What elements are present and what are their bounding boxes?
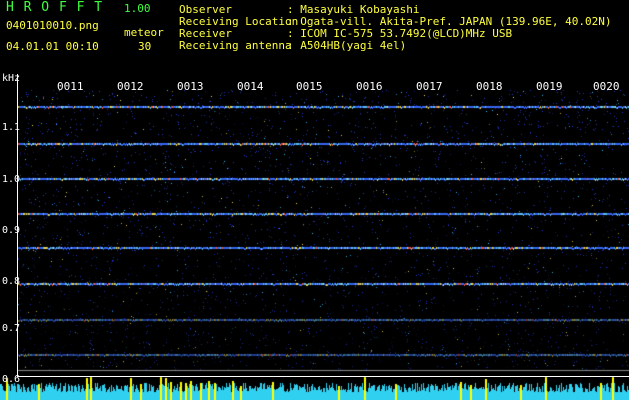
y-tick-label: 0.9 <box>2 225 21 236</box>
filename: 0401010010.png <box>6 19 99 32</box>
x-tick-label: 0012 <box>117 80 144 93</box>
x-tick-label: 0017 <box>416 80 443 93</box>
x-tick-label: 0013 <box>177 80 204 93</box>
meteor-count: 30 <box>138 40 152 53</box>
datetime: 04.01.01 00:10 <box>6 40 99 53</box>
x-tick-label: 0018 <box>476 80 503 93</box>
x-tick-label: 0020 <box>593 80 620 93</box>
y-tick-label: 1.0 <box>2 174 21 185</box>
x-axis-line <box>17 376 629 377</box>
info-value-antenna: : A504HB(yagi 4el) <box>287 39 407 52</box>
info-label-antenna: Receiving antenna <box>179 39 292 52</box>
x-tick-label: 0011 <box>57 80 84 93</box>
spectrogram-canvas <box>0 0 629 400</box>
y-tick-label: 0.6 <box>2 374 21 385</box>
x-tick-label: 0019 <box>536 80 563 93</box>
y-tick-label: 1.1 <box>2 122 21 133</box>
x-tick-label: 0016 <box>356 80 383 93</box>
app-version: 1.00 <box>124 2 151 15</box>
x-tick-label: 0015 <box>296 80 323 93</box>
x-tick-label: 0014 <box>237 80 264 93</box>
y-axis-unit: kHz <box>2 73 21 84</box>
y-tick-label: 0.8 <box>2 276 21 287</box>
meteor-label: meteor <box>124 26 164 39</box>
y-tick-label: 0.7 <box>2 323 21 334</box>
app-name: H R O F F T <box>6 0 104 15</box>
